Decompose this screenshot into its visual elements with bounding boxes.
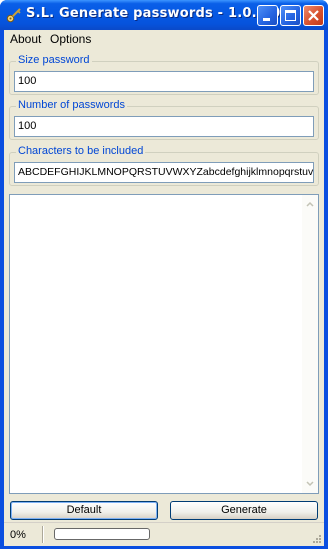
size-password-input[interactable]: 100 (14, 71, 314, 92)
status-divider (42, 526, 44, 543)
minimize-button[interactable] (257, 5, 278, 26)
title-bar[interactable]: S.L. Generate passwords - 1.0.0.0 (0, 0, 328, 30)
default-button[interactable]: Default (10, 501, 158, 520)
password-output[interactable] (9, 194, 319, 494)
maximize-icon (285, 10, 296, 21)
chevron-down-icon (306, 481, 314, 487)
progress-bar (54, 528, 150, 540)
maximize-button[interactable] (280, 5, 301, 26)
generate-button[interactable]: Generate (170, 501, 318, 520)
progress-percent: 0% (10, 529, 26, 541)
menu-options[interactable]: Options (48, 32, 93, 46)
chevron-up-icon (306, 201, 314, 207)
key-icon[interactable] (6, 7, 22, 23)
status-bar: 0% (4, 522, 324, 546)
size-password-label: Size password (16, 54, 92, 66)
characters-input[interactable]: ABCDEFGHIJKLMNOPQRSTUVWXYZabcdefghijklmn… (14, 162, 314, 183)
menu-bar: About Options (4, 30, 324, 49)
number-of-passwords-input[interactable]: 100 (14, 116, 314, 137)
resize-grip-icon[interactable] (311, 533, 322, 544)
close-button[interactable] (303, 5, 324, 26)
close-icon (308, 10, 319, 21)
scroll-down-button[interactable] (303, 477, 317, 491)
characters-label: Characters to be included (16, 145, 146, 157)
app-window: S.L. Generate passwords - 1.0.0.0 About … (0, 0, 328, 549)
scroll-up-button[interactable] (303, 197, 317, 211)
client-area: About Options Size password 100 Number o… (4, 30, 324, 546)
window-title: S.L. Generate passwords - 1.0.0.0 (26, 6, 281, 21)
menu-about[interactable]: About (8, 32, 43, 46)
characters-group: Characters to be included ABCDEFGHIJKLMN… (9, 145, 319, 186)
vertical-scrollbar[interactable] (302, 195, 318, 493)
number-of-passwords-label: Number of passwords (16, 99, 127, 111)
size-password-group: Size password 100 (9, 54, 319, 95)
number-of-passwords-group: Number of passwords 100 (9, 99, 319, 140)
minimize-icon (263, 18, 270, 21)
